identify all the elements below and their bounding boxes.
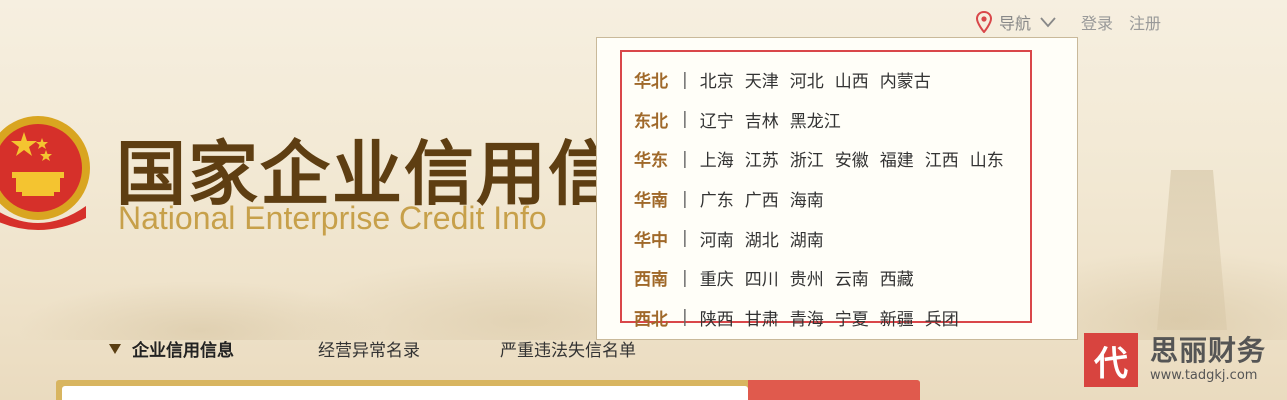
region-row: 东北 | 辽宁 吉林 黑龙江 xyxy=(634,100,1030,140)
region-dropdown-panel: 华北 | 北京 天津 河北 山西 内蒙古 东北 | 辽宁 吉林 黑龙江 华东 | 上海 江苏 浙江 安徽 福建 江西山… xyxy=(596,37,1078,340)
city-link[interactable]: 云南 xyxy=(835,265,869,290)
city-link[interactable]: 江苏 xyxy=(745,146,779,171)
search-tabs: 企业信用信息 经营异常名录 严重违法失信名单 xyxy=(108,336,636,361)
region-separator: | xyxy=(682,69,688,90)
region-name: 华北 xyxy=(634,72,668,93)
watermark-text: 思丽财务 www.tadgkj.com xyxy=(1150,335,1266,385)
city-link[interactable]: 西藏 xyxy=(880,265,914,290)
city-link[interactable]: 重庆 xyxy=(700,265,734,290)
region-list: 华北 | 北京 天津 河北 山西 内蒙古 东北 | 辽宁 吉林 黑龙江 华东 | 上海 江苏 浙江 安徽 福建 江西山… xyxy=(620,50,1032,330)
city-link[interactable]: 湖北 xyxy=(745,226,779,251)
city-link[interactable]: 广西 xyxy=(745,186,779,211)
city-link[interactable]: 上海 xyxy=(700,146,734,171)
site-title-english: National Enterprise Credit Info xyxy=(118,200,547,236)
city-link[interactable]: 广东 xyxy=(700,186,734,211)
city-link[interactable]: 四川 xyxy=(745,265,779,290)
tab-enterprise-credit-info[interactable]: 企业信用信息 xyxy=(108,336,234,361)
region-name: 华东 xyxy=(634,151,668,172)
region-name: 西北 xyxy=(634,309,668,330)
watermark: 代 思丽财务 www.tadgkj.com xyxy=(1084,330,1284,390)
background-tower xyxy=(1157,170,1227,330)
chevron-down-icon[interactable] xyxy=(1039,16,1057,28)
triangle-down-icon xyxy=(109,343,121,354)
city-link[interactable]: 北京 xyxy=(700,67,734,92)
city-link[interactable]: 青海 xyxy=(790,305,824,330)
city-link[interactable]: 福建 xyxy=(880,146,914,171)
region-name: 华南 xyxy=(634,191,668,212)
national-emblem-icon xyxy=(0,116,90,230)
region-separator: | xyxy=(682,228,688,249)
login-link[interactable]: 登录 xyxy=(1081,10,1113,34)
city-link[interactable]: 宁夏 xyxy=(835,305,869,330)
tab-serious-violations-list[interactable]: 严重违法失信名单 xyxy=(500,336,636,361)
city-link[interactable]: 天津 xyxy=(745,67,779,92)
city-link[interactable]: 兵团 xyxy=(925,305,959,330)
city-link[interactable]: 陕西 xyxy=(700,305,734,330)
tab-abnormal-operations-list[interactable]: 经营异常名录 xyxy=(318,336,420,361)
region-name: 东北 xyxy=(634,111,668,132)
watermark-logo: 代 xyxy=(1084,333,1138,387)
city-link[interactable]: 江西 xyxy=(925,146,959,171)
city-link[interactable]: 湖南 xyxy=(790,226,824,251)
region-separator: | xyxy=(682,109,688,130)
city-link[interactable]: 山西 xyxy=(835,67,869,92)
city-link[interactable]: 河北 xyxy=(790,67,824,92)
location-pin-icon xyxy=(975,11,993,33)
region-name: 华中 xyxy=(634,230,668,251)
city-link[interactable]: 甘肃 xyxy=(745,305,779,330)
region-separator: | xyxy=(682,307,688,328)
city-link[interactable]: 浙江 xyxy=(790,146,824,171)
region-separator: | xyxy=(682,148,688,169)
city-link[interactable]: 黑龙江 xyxy=(790,107,841,132)
region-row: 华北 | 北京 天津 河北 山西 内蒙古 xyxy=(634,60,1030,100)
region-row: 西北 | 陕西 甘肃 青海 宁夏 新疆 兵团 xyxy=(634,298,1030,338)
tab-label: 企业信用信息 xyxy=(132,341,234,361)
search-button[interactable] xyxy=(748,380,920,400)
city-link[interactable]: 辽宁 xyxy=(700,107,734,132)
city-link[interactable]: 新疆 xyxy=(880,305,914,330)
city-link[interactable]: 吉林 xyxy=(745,107,779,132)
city-link[interactable]: 贵州 xyxy=(790,265,824,290)
region-row: 华中 | 河南 湖北 湖南 xyxy=(634,218,1030,258)
search-bar xyxy=(56,380,920,400)
search-input[interactable] xyxy=(62,386,748,400)
region-row: 西南 | 重庆 四川 贵州 云南 西藏 xyxy=(634,258,1030,298)
nav-dropdown-label[interactable]: 导航 xyxy=(999,10,1031,34)
region-row: 华东 | 上海 江苏 浙江 安徽 福建 江西 山东 xyxy=(634,139,1030,179)
region-row: 华南 | 广东 广西 海南 xyxy=(634,179,1030,219)
region-name: 西南 xyxy=(634,270,668,291)
city-link[interactable]: 内蒙古 xyxy=(880,67,931,92)
city-link[interactable]: 海南 xyxy=(790,186,824,211)
watermark-name: 思丽财务 xyxy=(1150,334,1267,367)
top-navigation: 导航 登录 注册 xyxy=(975,10,1171,34)
city-link[interactable]: 河南 xyxy=(700,226,734,251)
city-link[interactable]: 山东 xyxy=(970,146,1004,171)
region-separator: | xyxy=(682,267,688,288)
city-link[interactable]: 安徽 xyxy=(835,146,869,171)
register-link[interactable]: 注册 xyxy=(1129,10,1161,34)
region-separator: | xyxy=(682,188,688,209)
watermark-url: www.tadgkj.com xyxy=(1150,368,1258,383)
